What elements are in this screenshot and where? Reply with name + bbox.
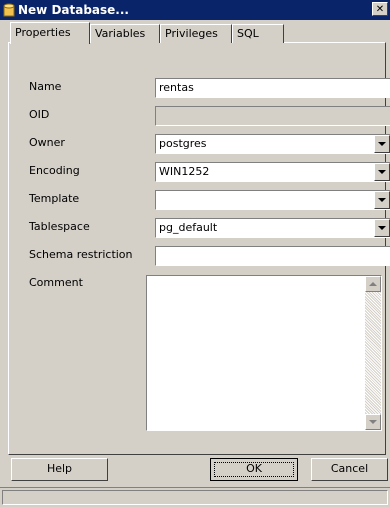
title-bar: New Database... ✕ — [0, 0, 390, 20]
owner-label: Owner — [29, 136, 65, 149]
encoding-value: WIN1252 — [159, 165, 210, 178]
focus-rectangle — [214, 462, 294, 477]
scroll-up-button[interactable] — [365, 276, 381, 292]
tab-properties[interactable]: Properties — [10, 22, 90, 44]
window-title: New Database... — [18, 3, 129, 17]
status-text — [2, 490, 388, 505]
close-icon: ✕ — [375, 4, 385, 15]
schema-restriction-input[interactable] — [155, 246, 390, 266]
tablespace-value: pg_default — [159, 221, 218, 234]
status-bar — [0, 487, 390, 507]
ok-button[interactable]: OK — [210, 458, 298, 481]
tab-sql[interactable]: SQL — [232, 24, 284, 43]
cancel-button[interactable]: Cancel — [311, 458, 388, 481]
encoding-select[interactable]: WIN1252 — [155, 162, 390, 182]
oid-label: OID — [29, 108, 50, 121]
encoding-label: Encoding — [29, 164, 80, 177]
template-label: Template — [29, 192, 80, 205]
close-button[interactable]: ✕ — [372, 2, 388, 16]
schema-restriction-label: Schema restriction — [29, 248, 133, 261]
encoding-dropdown-button[interactable] — [374, 163, 390, 181]
owner-select[interactable]: postgres — [155, 134, 390, 154]
help-button[interactable]: Help — [11, 458, 108, 481]
name-input[interactable]: rentas — [155, 78, 390, 98]
comment-label: Comment — [29, 276, 83, 289]
template-dropdown-button[interactable] — [374, 191, 390, 209]
owner-dropdown-button[interactable] — [374, 135, 390, 153]
oid-input — [155, 106, 390, 126]
comment-scrollbar[interactable] — [365, 276, 381, 430]
name-value: rentas — [159, 81, 194, 94]
tablespace-label: Tablespace — [29, 220, 90, 233]
tablespace-select[interactable]: pg_default — [155, 218, 390, 238]
database-icon — [3, 3, 15, 17]
template-select[interactable] — [155, 190, 390, 210]
owner-value: postgres — [159, 137, 207, 150]
tablespace-dropdown-button[interactable] — [374, 219, 390, 237]
tab-variables[interactable]: Variables — [90, 24, 160, 43]
comment-textarea[interactable] — [146, 275, 382, 431]
new-database-dialog: New Database... ✕ Name rentas OID Owner … — [0, 0, 390, 507]
scroll-down-button[interactable] — [365, 414, 381, 430]
name-label: Name — [29, 80, 62, 93]
tab-privileges[interactable]: Privileges — [160, 24, 232, 43]
